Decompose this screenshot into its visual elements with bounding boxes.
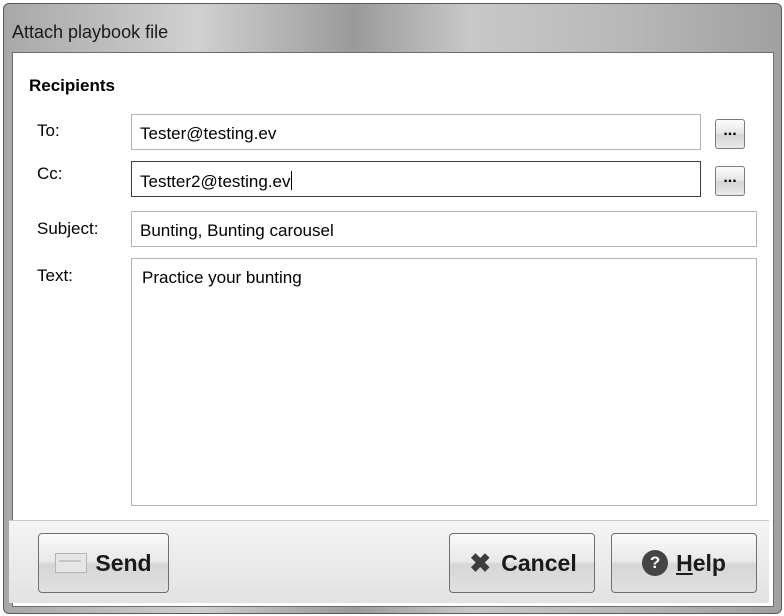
dialog-title: Attach playbook file (12, 22, 169, 42)
cancel-button[interactable]: ✖ Cancel (449, 533, 595, 593)
text-cursor (290, 171, 292, 190)
subject-field[interactable]: Bunting, Bunting carousel (131, 211, 757, 247)
recipients-heading: Recipients (29, 76, 115, 95)
cc-label: Cc: (37, 164, 63, 183)
x-icon: ✖ (469, 548, 492, 578)
cc-browse-button[interactable]: ... (715, 166, 745, 196)
help-mnemonic: H (676, 549, 693, 576)
cancel-label: Cancel (501, 549, 577, 576)
message-text-area[interactable]: Practice your bunting (131, 258, 757, 506)
to-browse-button[interactable]: ... (715, 119, 745, 149)
title-bar[interactable]: Attach playbook file (4, 4, 781, 52)
send-label: Send (95, 549, 152, 576)
to-label: To: (37, 121, 60, 140)
envelope-icon (55, 553, 88, 573)
cc-value: Testter2@testing.ev (140, 172, 291, 191)
send-button[interactable]: Send (38, 533, 169, 593)
help-label: Help (676, 550, 726, 577)
question-icon: ? (642, 550, 669, 576)
help-button[interactable]: ? Help (611, 533, 757, 593)
subject-label: Subject: (37, 219, 99, 238)
to-value: Tester@testing.ev (140, 124, 277, 143)
to-field[interactable]: Tester@testing.ev (131, 114, 701, 150)
text-label: Text: (37, 266, 73, 285)
cc-field[interactable]: Testter2@testing.ev (131, 161, 701, 197)
help-label-rest: elp (692, 549, 726, 576)
subject-value: Bunting, Bunting carousel (140, 221, 334, 240)
message-text: Practice your bunting (142, 268, 302, 287)
